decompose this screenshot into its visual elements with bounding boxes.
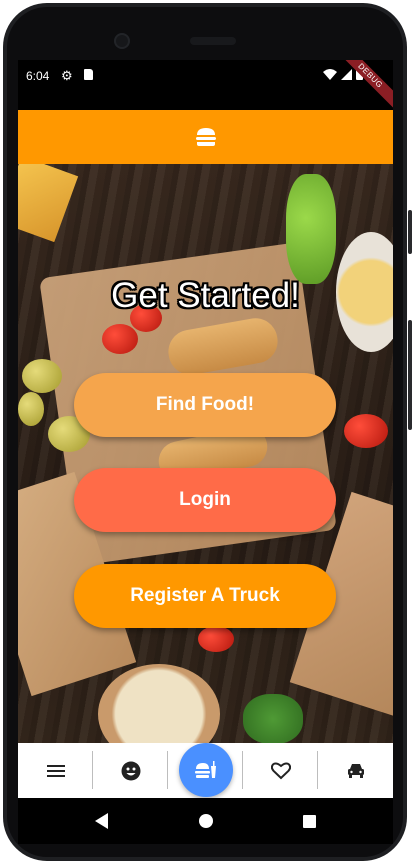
nav-food-truck[interactable] [168, 742, 243, 798]
register-truck-button[interactable]: Register A Truck [74, 564, 336, 628]
power-button [408, 320, 412, 430]
sd-card-icon [84, 69, 93, 80]
tomato-image-4 [198, 626, 234, 652]
smiley-icon [121, 761, 140, 780]
back-icon[interactable] [95, 813, 109, 829]
tomato-image-3 [344, 414, 388, 448]
tomato-image [102, 324, 138, 354]
burger-icon [195, 128, 216, 146]
hero-section: Get Started! Find Food! Login Register A… [18, 164, 393, 743]
menu-icon [46, 764, 65, 777]
recents-icon[interactable] [303, 814, 316, 828]
signal-icon [341, 68, 352, 80]
front-camera [114, 33, 130, 49]
food-truck-fab[interactable] [178, 742, 233, 797]
find-food-button[interactable]: Find Food! [74, 373, 336, 437]
car-icon [347, 763, 364, 778]
lettuce-image [286, 174, 336, 284]
wifi-icon [323, 68, 337, 80]
gear-icon: ⚙ [61, 68, 73, 83]
nav-favorites[interactable] [243, 743, 318, 798]
nav-vehicle[interactable] [318, 743, 393, 798]
device-screen: 6:04 ⚙ DEBUG Get Started! Find Food! Log… [18, 60, 393, 798]
home-icon[interactable] [199, 814, 213, 828]
herb-image [243, 694, 303, 743]
food-truck-fab-icon [194, 760, 216, 778]
nav-profile[interactable] [93, 743, 168, 798]
app-bar [18, 110, 393, 164]
status-time: 6:04 [26, 69, 50, 83]
volume-button [408, 210, 412, 254]
bottom-navigation [18, 742, 393, 798]
system-navigation-bar [18, 798, 393, 844]
heart-icon [270, 762, 291, 779]
nav-menu[interactable] [18, 743, 93, 798]
login-button[interactable]: Login [74, 468, 336, 532]
olive-image-3 [18, 392, 44, 426]
olive-image [22, 359, 62, 393]
page-title: Get Started! [111, 276, 300, 315]
status-bar: 6:04 ⚙ DEBUG [18, 60, 393, 113]
earpiece-speaker [190, 37, 236, 45]
